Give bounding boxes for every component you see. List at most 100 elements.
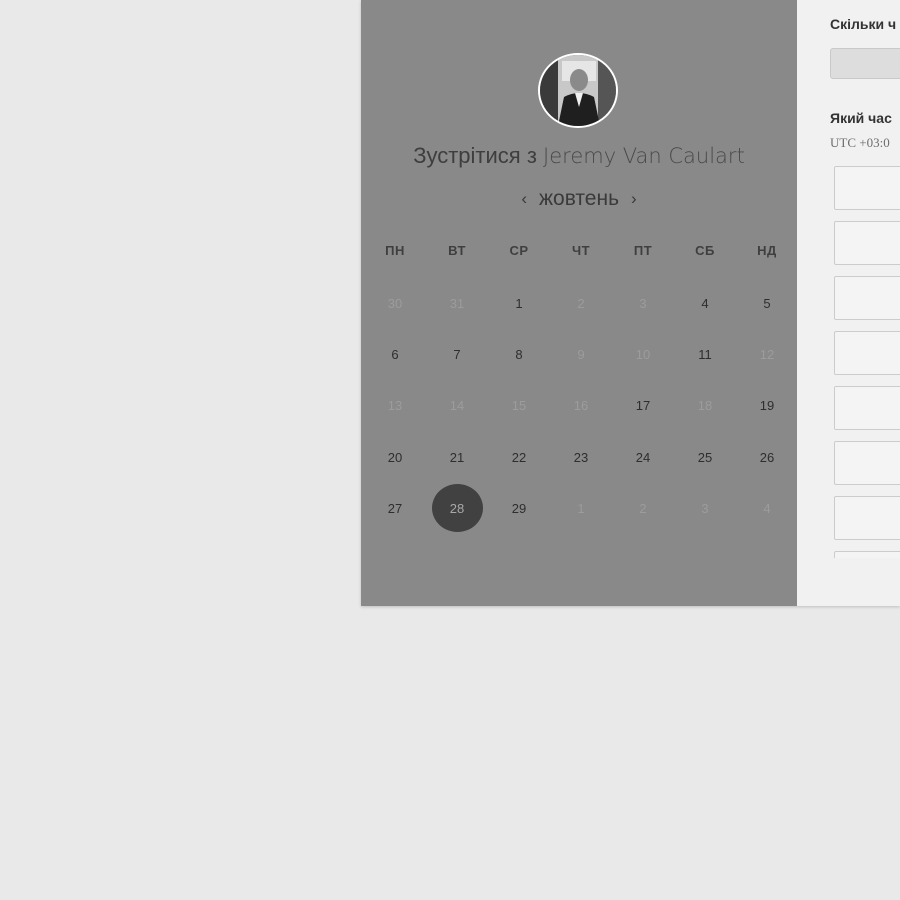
time-slot-button[interactable]: [834, 331, 900, 375]
calendar-day: 14: [426, 381, 488, 429]
calendar-week-row: 20 21 22 23 24 25 26: [364, 433, 798, 481]
calendar-day: 16: [550, 381, 612, 429]
calendar-day[interactable]: 27: [364, 484, 426, 532]
time-slot-button[interactable]: [834, 221, 900, 265]
calendar-day-number: 11: [698, 346, 712, 362]
calendar-day-number: 25: [697, 449, 713, 465]
weekday-label: ПН: [385, 243, 405, 258]
time-slot-button[interactable]: [834, 166, 900, 210]
calendar-day: 12: [736, 330, 798, 378]
calendar-day-number: 3: [701, 500, 709, 516]
calendar-week-row: 13 14 15 16 17 18 19: [364, 381, 798, 429]
calendar-day: 3: [612, 279, 674, 327]
calendar-day-number: 10: [635, 346, 651, 362]
calendar-day[interactable]: 29: [488, 484, 550, 532]
calendar-day: 2: [550, 279, 612, 327]
calendar-day-number: 3: [639, 295, 647, 311]
calendar-day[interactable]: 17: [612, 381, 674, 429]
month-label: жовтень: [538, 187, 620, 210]
calendar-day-number: 2: [577, 295, 585, 311]
calendar-day[interactable]: 7: [426, 330, 488, 378]
weekday-label: СБ: [695, 243, 715, 258]
calendar-day[interactable]: 24: [612, 433, 674, 481]
calendar-day: 15: [488, 381, 550, 429]
calendar-day-number: 12: [759, 346, 775, 362]
calendar-day: 2: [612, 484, 674, 532]
calendar-day-number: 19: [759, 397, 775, 413]
calendar-day-number: 21: [449, 449, 465, 465]
weekday-header: ПН ВТ СР ЧТ ПТ СБ НД: [364, 243, 798, 258]
weekday-label: НД: [757, 243, 777, 258]
booking-panel: Скільки ч Який час UTC +03:0: [797, 0, 900, 606]
time-slot-list: [834, 166, 900, 558]
calendar-week-row: 30 31 1 2 3 4 5: [364, 279, 798, 327]
calendar-day[interactable]: 6: [364, 330, 426, 378]
time-question: Який час: [830, 110, 892, 126]
calendar-day[interactable]: 21: [426, 433, 488, 481]
calendar-day-number: 5: [763, 295, 771, 311]
duration-question: Скільки ч: [830, 16, 897, 32]
calendar-day-number: 14: [449, 397, 465, 413]
calendar-day[interactable]: 23: [550, 433, 612, 481]
calendar-day-number: 4: [763, 500, 771, 516]
calendar-day-number: 22: [511, 449, 527, 465]
calendar-day-number: 26: [759, 449, 775, 465]
calendar-day-number: 4: [701, 295, 709, 311]
calendar-day: 10: [612, 330, 674, 378]
calendar-week-row: 6 7 8 9 10 11 12: [364, 330, 798, 378]
month-navigation: ‹ жовтень ›: [361, 187, 797, 211]
calendar-day[interactable]: 4: [674, 279, 736, 327]
meeting-title-prefix: Зустрітися з: [413, 143, 544, 168]
time-slot-button[interactable]: [834, 551, 900, 558]
calendar-day[interactable]: 20: [364, 433, 426, 481]
calendar-day-number: 27: [387, 500, 403, 516]
calendar-day-number: 30: [387, 295, 403, 311]
host-photo-icon: [540, 55, 616, 126]
calendar-day-number: 7: [453, 346, 461, 362]
weekday-label: ВТ: [448, 243, 466, 258]
calendar-day-number: 8: [515, 346, 523, 362]
time-slot-button[interactable]: [834, 496, 900, 540]
time-slot-button[interactable]: [834, 276, 900, 320]
calendar-day-number: 16: [573, 397, 589, 413]
host-avatar: [538, 53, 618, 128]
calendar-day[interactable]: 1: [488, 279, 550, 327]
calendar-day-number: 1: [515, 295, 523, 311]
calendar-day-number: 17: [635, 397, 651, 413]
host-name: Jeremy Van Caulart: [543, 144, 745, 168]
calendar-week-row: 27 28 29 1 2 3 4: [364, 484, 798, 532]
calendar-day: 9: [550, 330, 612, 378]
calendar-day-number: 15: [511, 397, 527, 413]
calendar-day[interactable]: 11: [674, 330, 736, 378]
chevron-left-icon[interactable]: ‹: [509, 189, 539, 209]
calendar-day[interactable]: 25: [674, 433, 736, 481]
scheduling-widget: Зустрітися з Jeremy Van Caulart ‹ жовтен…: [361, 0, 900, 606]
calendar-day-number: 31: [449, 295, 465, 311]
calendar-day[interactable]: 26: [736, 433, 798, 481]
calendar-day[interactable]: 8: [488, 330, 550, 378]
calendar-day-number: 9: [577, 346, 585, 362]
calendar-day: 18: [674, 381, 736, 429]
weekday-label: СР: [509, 243, 529, 258]
duration-select[interactable]: [830, 48, 900, 79]
calendar-day[interactable]: 19: [736, 381, 798, 429]
calendar-day-number: 2: [639, 500, 647, 516]
calendar-day[interactable]: 5: [736, 279, 798, 327]
calendar-day-number: 13: [387, 397, 403, 413]
calendar-day: 30: [364, 279, 426, 327]
calendar-day: 3: [674, 484, 736, 532]
timezone-label: UTC +03:0: [830, 135, 890, 150]
calendar-day-number: 28: [431, 484, 483, 532]
calendar-panel: Зустрітися з Jeremy Van Caulart ‹ жовтен…: [361, 0, 797, 606]
calendar-day-number: 23: [573, 449, 589, 465]
calendar-day-number: 1: [577, 500, 585, 516]
calendar-day: 13: [364, 381, 426, 429]
calendar-day-number: 24: [635, 449, 651, 465]
time-slot-button[interactable]: [834, 386, 900, 430]
time-slot-button[interactable]: [834, 441, 900, 485]
calendar-day-selected[interactable]: 28: [426, 484, 488, 532]
calendar-day: 1: [550, 484, 612, 532]
chevron-right-icon[interactable]: ›: [619, 189, 649, 209]
calendar-day[interactable]: 22: [488, 433, 550, 481]
calendar-day: 31: [426, 279, 488, 327]
